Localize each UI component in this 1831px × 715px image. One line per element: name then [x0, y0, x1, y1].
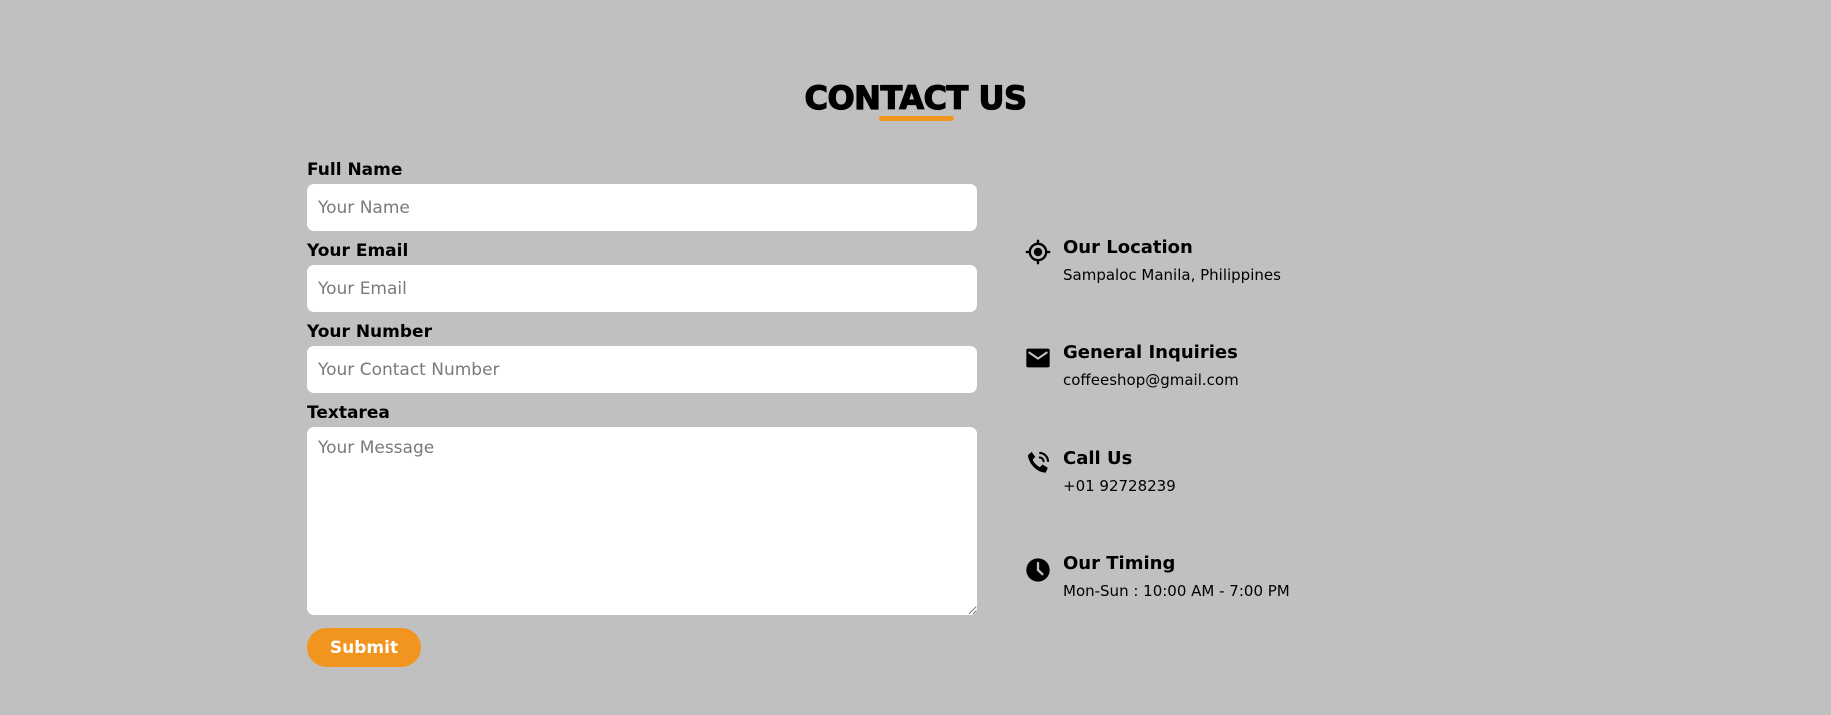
full-name-input[interactable] — [307, 184, 977, 231]
number-input[interactable] — [307, 346, 977, 393]
timing-text: Mon-Sun : 10:00 AM - 7:00 PM — [1063, 582, 1290, 600]
location-text: Sampaloc Manila, Philippines — [1063, 266, 1281, 284]
timing-title: Our Timing — [1063, 553, 1176, 574]
location-title: Our Location — [1063, 237, 1193, 258]
call-title: Call Us — [1063, 448, 1133, 469]
email-label: Your Email — [307, 241, 409, 261]
location-crosshair-icon — [1024, 238, 1052, 266]
inquiries-title: General Inquiries — [1063, 342, 1238, 363]
message-textarea[interactable] — [307, 427, 977, 615]
full-name-label: Full Name — [307, 160, 403, 180]
submit-button[interactable]: Submit — [307, 628, 421, 667]
contact-header: CONTACT US — [0, 78, 1831, 118]
call-text: +01 92728239 — [1063, 477, 1176, 495]
phone-ringing-icon — [1024, 449, 1052, 477]
number-label: Your Number — [307, 322, 432, 342]
clock-icon — [1024, 556, 1052, 584]
email-input[interactable] — [307, 265, 977, 312]
inquiries-text: coffeeshop@gmail.com — [1063, 371, 1239, 389]
contact-form: Full Name Your Email Your Number Textare… — [307, 159, 977, 667]
envelope-icon — [1024, 344, 1052, 372]
title-underline — [879, 116, 954, 121]
page-title: CONTACT US — [804, 78, 1028, 117]
textarea-label: Textarea — [307, 403, 390, 423]
